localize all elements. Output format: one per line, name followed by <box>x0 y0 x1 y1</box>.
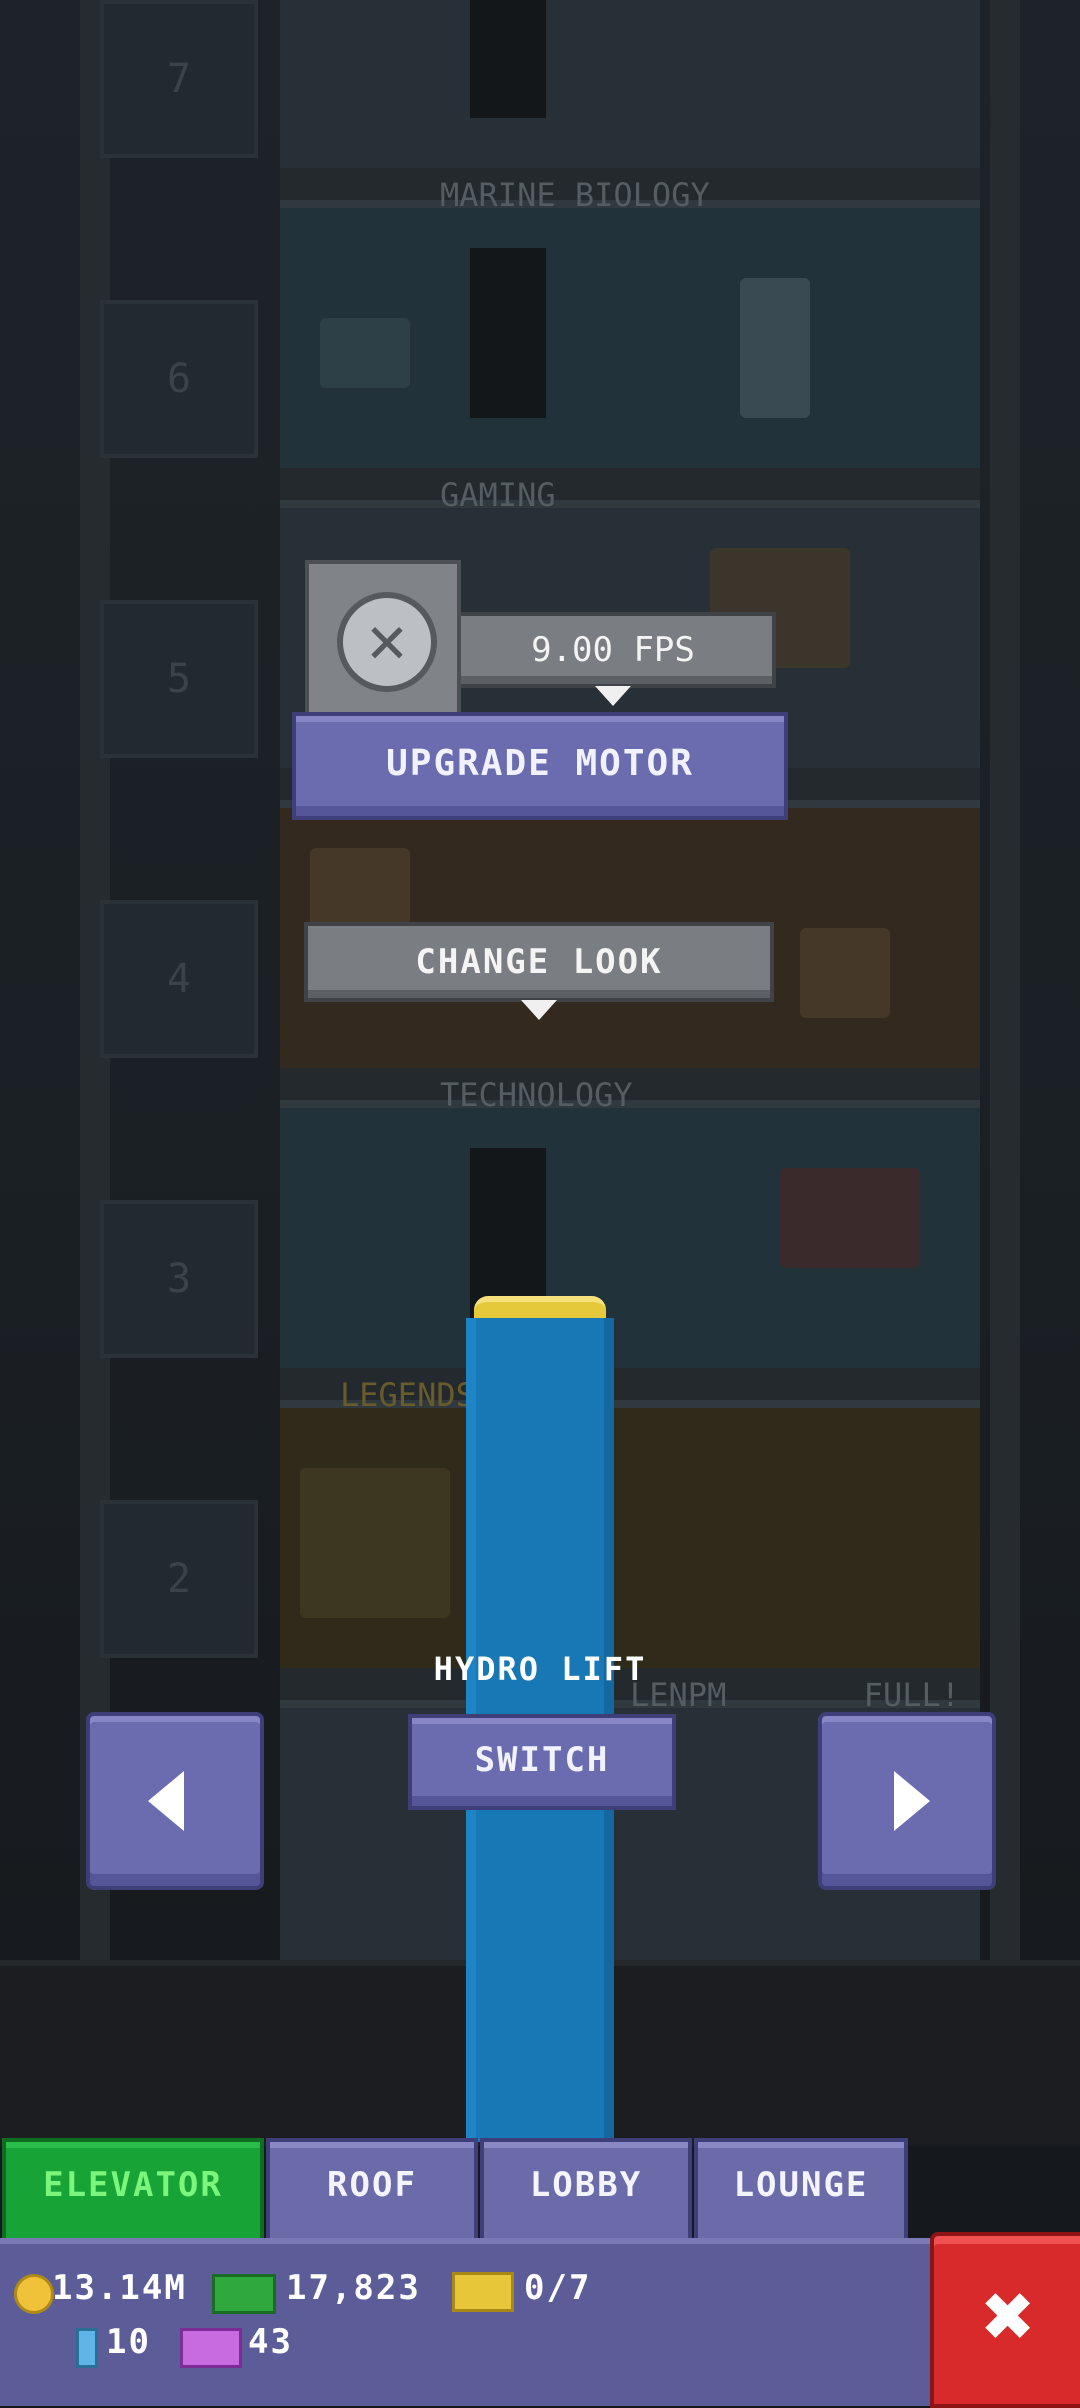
furniture <box>780 1168 920 1268</box>
previous-elevator-button[interactable] <box>86 1712 264 1890</box>
floor-2: LEGENDS LOUNGE <box>280 1376 980 1668</box>
tv-count: 43 <box>248 2322 293 2362</box>
arrow-right-icon <box>894 1771 930 1831</box>
coins-count: 13.14M <box>52 2268 187 2308</box>
tab-roof[interactable]: ROOF <box>266 2138 478 2242</box>
tv-icon <box>180 2328 242 2368</box>
tab-elevator[interactable]: ELEVATOR <box>2 2138 264 2242</box>
floor-label: GAMING <box>440 476 556 514</box>
furniture <box>800 928 890 1018</box>
tab-lobby[interactable]: LOBBY <box>480 2138 692 2242</box>
ticket-icon <box>452 2272 514 2312</box>
upgrade-motor-button[interactable]: UPGRADE MOTOR <box>292 712 788 820</box>
gem-icon <box>76 2328 98 2368</box>
elevator-name: HYDRO LIFT <box>433 1650 647 1688</box>
floor-number-3: 3 <box>100 1200 258 1358</box>
next-elevator-button[interactable] <box>818 1712 996 1890</box>
close-icon: ✖ <box>982 2264 1036 2367</box>
floor-label: TECHNOLOGY <box>440 1076 633 1114</box>
bux-icon <box>212 2274 276 2314</box>
star-poster <box>300 1468 450 1618</box>
furniture <box>740 278 810 418</box>
floor-number-6: 6 <box>100 300 258 458</box>
tab-lounge[interactable]: LOUNGE <box>694 2138 908 2242</box>
motor-speed: 9.00 FPS <box>531 630 695 670</box>
motor-icon: ✕ <box>305 560 461 716</box>
chevron-down-icon <box>521 1000 557 1020</box>
floor-6: MARINE BIOLOGY <box>280 176 980 468</box>
motor-speed-bubble: 9.00 FPS <box>450 612 776 706</box>
tickets-count: 0/7 <box>524 2268 592 2308</box>
fan-icon: ✕ <box>337 592 437 692</box>
furniture <box>320 318 410 388</box>
floor-number-2: 2 <box>100 1500 258 1658</box>
floor-number-4: 4 <box>100 900 258 1058</box>
floor-number-5: 5 <box>100 600 258 758</box>
currency-bar: 13.14M 17,823 0/7 10 43 <box>0 2238 930 2406</box>
bux-count: 17,823 <box>286 2268 421 2308</box>
floor-3: TECHNOLOGY <box>280 1076 980 1368</box>
floor-status: FULL! <box>863 1676 960 1714</box>
change-look-button[interactable]: CHANGE LOOK <box>304 922 774 1020</box>
right-rail <box>990 0 1020 1960</box>
arrow-left-icon <box>148 1771 184 1831</box>
floor-door <box>470 248 546 418</box>
floor-door <box>470 1148 546 1318</box>
close-button[interactable]: ✖ <box>930 2232 1080 2408</box>
gems-count: 10 <box>106 2322 151 2362</box>
floor-number-7: 7 <box>100 0 258 158</box>
switch-button[interactable]: SWITCH <box>408 1714 676 1810</box>
coin-icon <box>14 2274 54 2314</box>
floor-door <box>470 0 546 118</box>
floor-7 <box>280 0 980 168</box>
change-look-label: CHANGE LOOK <box>415 942 663 982</box>
floor-label: MARINE BIOLOGY <box>440 176 710 214</box>
bubble-tail <box>595 686 631 706</box>
